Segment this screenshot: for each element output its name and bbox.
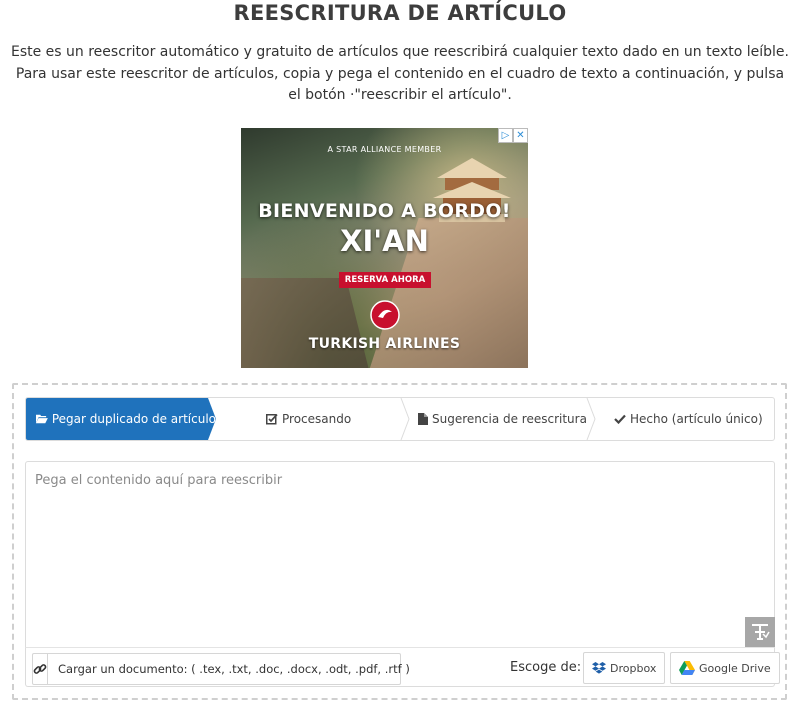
- step-label: Pegar duplicado de artículo: [51, 412, 216, 426]
- step-suggestion: Sugerencia de reescritura: [418, 398, 587, 440]
- choose-from-label: Escoge de:: [510, 660, 582, 675]
- rewriter-tool: Pegar duplicado de artículo Procesando S…: [12, 383, 787, 700]
- step-done: Hecho (artículo único): [614, 398, 763, 440]
- ad-alliance-text: A STAR ALLIANCE MEMBER: [327, 145, 442, 154]
- ad-rock-shape-2: [241, 278, 376, 368]
- page-description: Este es un reescritor automático y gratu…: [10, 44, 789, 103]
- file-icon: [418, 413, 428, 425]
- edit-check-icon: [266, 413, 278, 425]
- step-separator: [586, 398, 596, 440]
- advertisement-banner[interactable]: ▷ ✕ A STAR ALLIANCE MEMBER BIENVENIDO A …: [241, 128, 528, 368]
- link-icon-wrapper: [33, 654, 48, 684]
- step-label: Sugerencia de reescritura: [432, 412, 587, 426]
- ad-brand: TURKISH AIRLINES: [308, 336, 461, 352]
- spellcheck-icon: [752, 624, 770, 640]
- check-icon: [614, 414, 626, 424]
- upload-document-button[interactable]: Cargar un documento: ( .tex, .txt, .doc,…: [32, 653, 410, 685]
- google-drive-button[interactable]: Google Drive: [670, 652, 780, 684]
- upload-label: Cargar un documento: ( .tex, .txt, .doc,…: [58, 662, 410, 676]
- ad-headline: BIENVENIDO A BORDO!: [258, 200, 511, 222]
- page-title: REESCRITURA DE ARTÍCULO: [233, 1, 567, 25]
- link-icon: [33, 664, 47, 674]
- ad-cta-button[interactable]: RESERVA AHORA: [339, 272, 431, 288]
- dropbox-icon: [592, 662, 606, 674]
- ad-info-icon[interactable]: ▷: [498, 128, 513, 143]
- step-label: Procesando: [282, 412, 352, 426]
- google-drive-label: Google Drive: [699, 661, 771, 675]
- step-label: Hecho (artículo único): [630, 412, 763, 426]
- step-processing: Procesando: [266, 398, 351, 440]
- ad-choices[interactable]: ▷ ✕: [498, 128, 528, 143]
- progress-steps: Pegar duplicado de artículo Procesando S…: [25, 397, 775, 441]
- article-input-placeholder: Pega el contenido aquí para reescribir: [35, 473, 283, 488]
- folder-open-icon: [36, 414, 48, 424]
- google-drive-icon: [679, 661, 695, 675]
- turkish-airlines-logo-icon: [370, 300, 400, 330]
- ad-city: XI'AN: [340, 224, 429, 258]
- ad-close-icon[interactable]: ✕: [513, 128, 528, 143]
- dropbox-button[interactable]: Dropbox: [583, 652, 666, 684]
- spellcheck-button[interactable]: [745, 617, 775, 647]
- step-separator: [400, 398, 410, 440]
- step-paste: Pegar duplicado de artículo: [26, 398, 216, 440]
- dropbox-label: Dropbox: [610, 661, 657, 675]
- article-input[interactable]: Pega el contenido aquí para reescribir: [25, 461, 775, 647]
- input-toolbar: Cargar un documento: ( .tex, .txt, .doc,…: [25, 647, 780, 687]
